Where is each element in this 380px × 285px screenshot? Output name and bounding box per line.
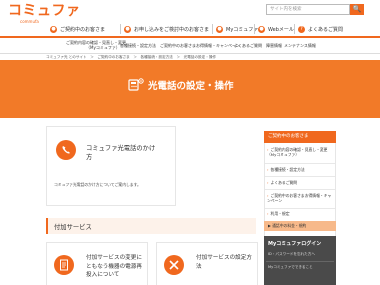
search-button[interactable]: 🔍 — [350, 4, 364, 15]
subnav-item-maintenance[interactable]: メンテナンス情報 — [284, 43, 316, 48]
subnav-item-campaign[interactable]: ご契約中のお客さまお得情報・キャンペーン — [160, 43, 240, 48]
document-icon — [54, 255, 74, 275]
card-title: 付加サービスの設定方法 — [196, 255, 252, 270]
sidebar-item-contract[interactable]: › ご契約内容の確認・見直し・変更（Myコミュファ） — [267, 147, 335, 157]
topnav-consider[interactable]: ● お申し込みをご検討中のお客さま — [124, 22, 209, 36]
divider — [265, 163, 335, 164]
topnav-webmail[interactable]: ● Webメール — [258, 22, 294, 36]
document-icon: ● — [124, 25, 131, 33]
chevron-right-icon: › — [267, 167, 269, 172]
sidebar-item-campaign[interactable]: › ご契約中のお客さまお得情報・キャンペーン — [267, 193, 335, 203]
person-icon: ● — [50, 25, 57, 33]
subnav-item-faq[interactable]: よくあるご質問 — [234, 43, 262, 48]
card-title: 付加サービスの変更にともなう機器の電源再投入について — [86, 255, 142, 278]
divider — [0, 53, 380, 54]
divider — [265, 208, 335, 209]
nav-underline — [0, 36, 380, 38]
user-icon: ● — [216, 25, 223, 33]
subnav-item-contract[interactable]: ご契約内容の確認・見直し・変更 （Myコミュファ） — [66, 40, 126, 50]
sidebar-item-settings[interactable]: › 各種接続・設定方法 — [267, 167, 335, 172]
topnav-customer[interactable]: ● ご契約中のお客さま — [50, 22, 105, 36]
mail-icon: ● — [258, 25, 265, 33]
card-how-to-call[interactable] — [46, 126, 176, 206]
my-commufa-features-link[interactable]: Myコミュファでできること — [268, 265, 313, 270]
logo[interactable]: コミュファ commufa — [8, 3, 81, 24]
phone-icon — [56, 140, 76, 160]
subnav-item-outage[interactable]: 障害情報 — [266, 43, 282, 48]
topnav-faq[interactable]: ? よくあるご質問 — [298, 22, 343, 36]
chevron-right-icon: › — [267, 180, 269, 185]
sidebar-item-faq[interactable]: › よくあるご質問 — [267, 180, 335, 185]
divider — [294, 24, 295, 34]
divider — [212, 24, 213, 34]
card-title: コミュファ光電話のかけ方 — [86, 145, 156, 161]
page-title: 光電話の設定・操作 — [148, 81, 234, 92]
phone-settings-icon — [128, 76, 144, 96]
divider — [120, 24, 121, 34]
topnav-my[interactable]: ● Myコミュファ — [216, 22, 258, 36]
section-title: 付加サービス — [54, 224, 92, 231]
card-description: コミュファ光電話のかけ方についてご案内します。 — [54, 182, 141, 187]
divider — [265, 176, 335, 177]
divider — [265, 189, 335, 190]
question-icon: ? — [298, 25, 305, 33]
chevron-right-icon: › — [267, 211, 269, 216]
sidebar-item-terms[interactable]: › 利用・規定 — [267, 211, 335, 216]
forgot-password-link[interactable]: ID・パスワードを忘れた方へ — [268, 252, 315, 257]
search-input[interactable]: サイト内を検索 — [266, 4, 350, 15]
subnav-item-settings[interactable]: 各種接続・設定方法 — [120, 43, 156, 48]
sidebar-header: ご契約中のお客さま — [264, 131, 336, 143]
tools-icon — [164, 255, 184, 275]
divider — [266, 261, 334, 262]
sidebar-item-current[interactable]: ▶ 通話中の料金・規約 — [264, 221, 336, 231]
divider — [254, 24, 255, 34]
logo-text: コミュファ — [8, 3, 81, 19]
my-commufa-login[interactable]: Myコミュファログイン — [268, 240, 321, 247]
